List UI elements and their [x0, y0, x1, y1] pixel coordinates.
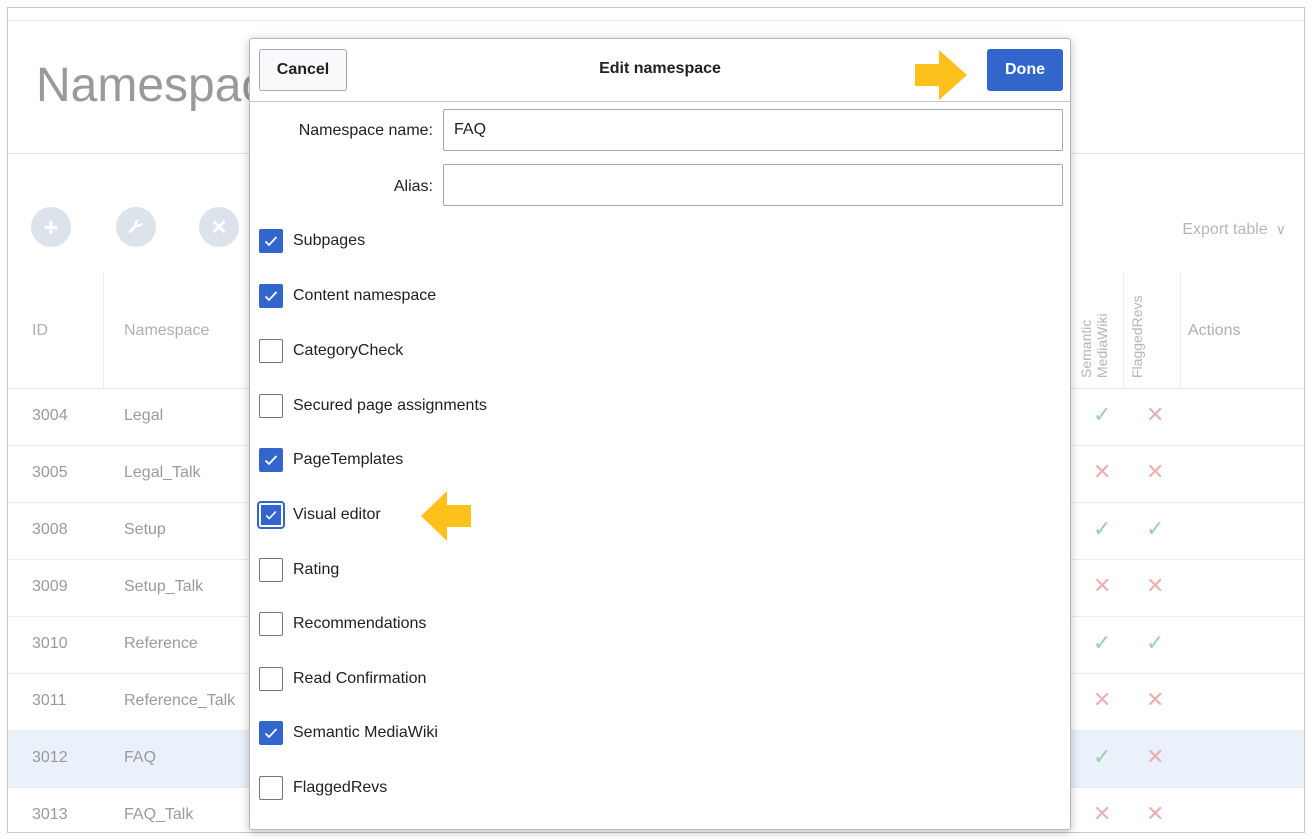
option-label: PageTemplates: [293, 451, 404, 468]
cross-icon: ✕: [1146, 687, 1165, 712]
column-divider: [103, 272, 104, 388]
column-divider: [1180, 272, 1181, 388]
checkbox-unchecked[interactable]: [259, 612, 283, 636]
check-icon: [264, 291, 278, 302]
option-rating[interactable]: Rating: [259, 557, 339, 583]
cross-icon: ✕: [1093, 573, 1112, 598]
plus-icon: +: [43, 211, 59, 242]
column-header-actions: Actions: [1188, 322, 1241, 339]
checkbox-unchecked[interactable]: [259, 339, 283, 363]
cross-icon: ✕: [1093, 801, 1112, 826]
column-header-semantic-mediawiki[interactable]: Semantic MediaWiki: [1078, 278, 1110, 378]
checkbox-checked[interactable]: [257, 501, 285, 529]
row-id: 3009: [32, 578, 68, 595]
done-button[interactable]: Done: [987, 49, 1063, 91]
option-subpages[interactable]: Subpages: [259, 228, 365, 254]
row-namespace: Reference_Talk: [124, 692, 236, 709]
row-namespace: Setup: [124, 521, 166, 538]
option-label: FlaggedRevs: [293, 779, 388, 796]
option-label: Read Confirmation: [293, 670, 427, 687]
edit-namespace-dialog: Cancel Edit namespace Done Namespace nam…: [249, 38, 1071, 830]
cross-icon: ✕: [1146, 573, 1165, 598]
cross-icon: ✕: [1093, 459, 1112, 484]
check-icon: ✓: [1146, 516, 1165, 541]
column-divider: [1123, 272, 1124, 388]
row-namespace: Legal_Talk: [124, 464, 201, 481]
delete-button[interactable]: ✕: [199, 207, 239, 247]
close-icon: ✕: [210, 216, 228, 239]
cross-icon: ✕: [1146, 402, 1165, 427]
row-id: 3012: [32, 749, 68, 766]
export-table-dropdown[interactable]: Export table ∨: [1182, 221, 1286, 239]
alias-input[interactable]: [443, 164, 1063, 206]
alias-label: Alias:: [393, 178, 433, 195]
option-read-confirmation[interactable]: Read Confirmation: [259, 666, 426, 692]
option-label: Subpages: [293, 232, 366, 249]
check-icon: [264, 455, 278, 466]
add-button[interactable]: +: [31, 207, 71, 247]
export-table-label: Export table: [1182, 221, 1268, 238]
option-pagetemplates[interactable]: PageTemplates: [259, 447, 403, 473]
wrench-icon: [128, 219, 143, 233]
cross-icon: ✕: [1146, 801, 1165, 826]
option-label: Secured page assignments: [293, 397, 487, 414]
checkbox-unchecked[interactable]: [259, 667, 283, 691]
option-label: Recommendations: [293, 615, 427, 632]
check-icon: ✓: [1093, 630, 1112, 655]
checkbox-checked[interactable]: [259, 448, 283, 472]
row-id: 3011: [32, 692, 67, 709]
namespace-name-label: Namespace name:: [298, 122, 433, 139]
row-namespace: Legal: [124, 407, 164, 424]
option-label: Visual editor: [293, 506, 381, 523]
cross-icon: ✕: [1146, 459, 1165, 484]
option-label: CategoryCheck: [293, 342, 404, 359]
arrow-right-icon: [915, 50, 967, 100]
checkbox-unchecked[interactable]: [259, 558, 283, 582]
cross-icon: ✕: [1093, 687, 1112, 712]
checkbox-checked[interactable]: [259, 229, 283, 253]
row-id: 3005: [32, 464, 68, 481]
check-icon: ✓: [1093, 744, 1112, 769]
option-label: Semantic MediaWiki: [293, 724, 438, 741]
row-namespace: Reference: [124, 635, 198, 652]
column-header-id[interactable]: ID: [32, 322, 48, 340]
column-header-flaggedrevs[interactable]: FlaggedRevs: [1129, 296, 1145, 379]
row-namespace: Setup_Talk: [124, 578, 204, 595]
option-label: Content namespace: [293, 287, 437, 304]
check-icon: ✓: [1093, 402, 1112, 427]
namespace-name-input[interactable]: FAQ: [443, 109, 1063, 151]
row-id: 3004: [32, 407, 68, 424]
checkbox-checked[interactable]: [259, 284, 283, 308]
check-icon: [264, 728, 278, 739]
option-semantic-mediawiki[interactable]: Semantic MediaWiki: [259, 720, 438, 746]
option-categorycheck[interactable]: CategoryCheck: [259, 338, 403, 364]
option-content-namespace[interactable]: Content namespace: [259, 283, 436, 309]
row-id: 3010: [32, 635, 68, 652]
option-recommendations[interactable]: Recommendations: [259, 611, 426, 637]
option-secured-page-assignments[interactable]: Secured page assignments: [259, 393, 487, 419]
option-flaggedrevs[interactable]: FlaggedRevs: [259, 775, 387, 801]
arrow-left-icon: [421, 491, 471, 541]
option-visual-editor[interactable]: Visual editor: [257, 501, 381, 529]
edit-button[interactable]: [116, 207, 156, 247]
option-label: Rating: [293, 561, 340, 578]
cross-icon: ✕: [1146, 744, 1165, 769]
chevron-down-icon: ∨: [1275, 221, 1286, 237]
check-icon: ✓: [1093, 516, 1112, 541]
row-namespace: FAQ: [124, 749, 157, 766]
row-namespace: FAQ_Talk: [124, 806, 194, 823]
checkbox-checked[interactable]: [259, 721, 283, 745]
column-header-namespace[interactable]: Namespace: [124, 322, 209, 340]
row-id: 3008: [32, 521, 68, 538]
checkbox-unchecked[interactable]: [259, 394, 283, 418]
top-divider: [8, 20, 1304, 21]
check-icon: ✓: [1146, 630, 1165, 655]
check-icon: [264, 236, 278, 247]
check-icon: [265, 510, 277, 520]
checkbox-unchecked[interactable]: [259, 776, 283, 800]
row-id: 3013: [32, 806, 68, 823]
